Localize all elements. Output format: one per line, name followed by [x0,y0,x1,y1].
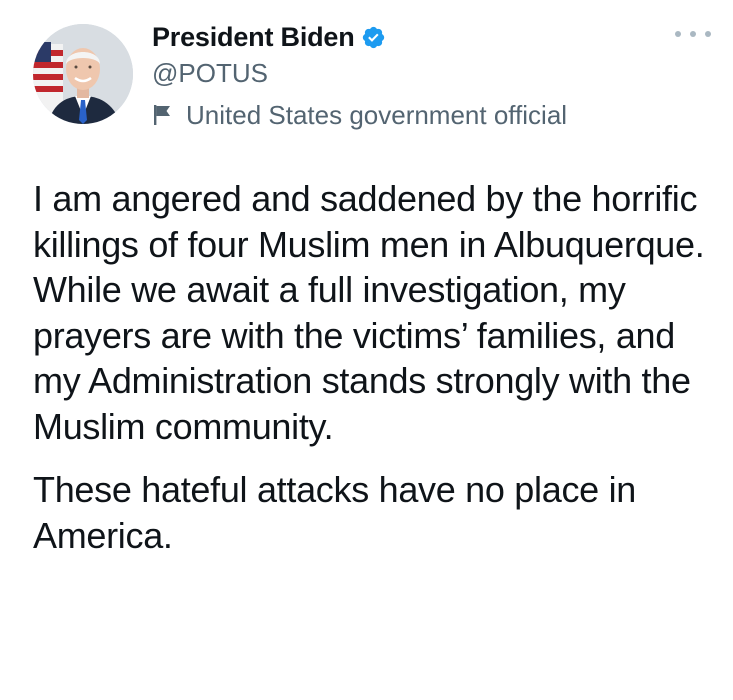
display-name[interactable]: President Biden [152,22,355,53]
verified-badge-icon [361,25,386,50]
flag-icon [152,103,174,127]
tweet-paragraph: I am angered and saddened by the horrifi… [33,178,705,447]
more-options-button[interactable] [675,24,711,44]
avatar-portrait-image [33,24,133,124]
avatar[interactable] [33,24,133,124]
tweet-text: I am angered and saddened by the horrifi… [33,176,723,558]
more-dot-icon [690,31,696,37]
affiliation-label-text: United States government official [186,99,568,130]
tweet-card: President Biden @POTUS United States gov… [0,0,733,700]
more-dot-icon [705,31,711,37]
user-handle[interactable]: @POTUS [152,56,567,90]
name-row: President Biden [152,20,567,54]
tweet-paragraph: These hateful attacks have no place in A… [33,469,636,556]
affiliation-label: United States government official [152,98,567,132]
user-info: President Biden @POTUS United States gov… [152,20,567,132]
more-dot-icon [675,31,681,37]
